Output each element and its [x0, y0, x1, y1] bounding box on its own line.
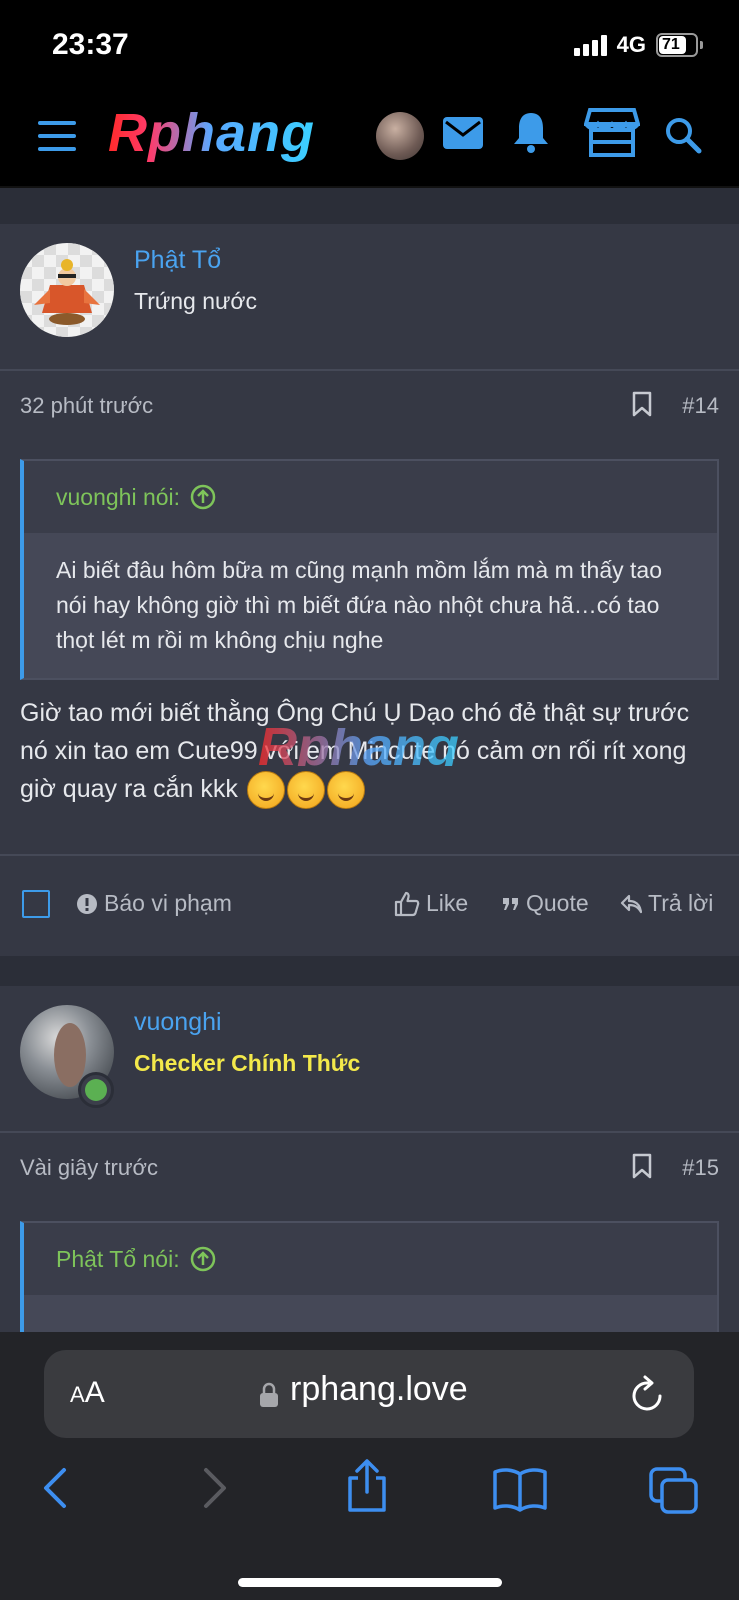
- post-actions: Báo vi phạm Like Quote Trả lời: [0, 854, 739, 952]
- report-button[interactable]: Báo vi phạm: [76, 890, 232, 917]
- laughing-emoji-icon: [286, 771, 325, 810]
- like-button[interactable]: Like: [394, 890, 468, 917]
- arrow-up-circle-icon[interactable]: [190, 484, 216, 510]
- post-number[interactable]: #14: [682, 393, 719, 419]
- status-bar: 23:37 4G 71: [0, 0, 739, 88]
- quote-header[interactable]: Phật Tổ nói:: [24, 1223, 717, 1295]
- browser-toolbar: AA rphang.love: [0, 1332, 739, 1600]
- battery-icon: 71: [656, 33, 698, 57]
- reader-options-button[interactable]: AA: [70, 1376, 105, 1410]
- like-label: Like: [426, 890, 469, 916]
- back-icon[interactable]: [40, 1466, 70, 1510]
- app-header: Rphang: [0, 88, 739, 188]
- post-meta: Vài giây trước #15: [0, 1133, 739, 1203]
- status-indicators: 4G 71: [573, 32, 703, 58]
- poster-username[interactable]: Phật Tổ: [134, 246, 221, 275]
- signal-icon: [573, 34, 607, 56]
- network-label: 4G: [616, 32, 646, 57]
- post-user-bar: Phật Tổ Trứng nước: [0, 224, 739, 371]
- status-time: 23:37: [52, 28, 129, 61]
- post-time[interactable]: 32 phút trước: [20, 393, 153, 419]
- quote-header[interactable]: vuonghi nói:: [24, 461, 717, 533]
- quote-author[interactable]: vuonghi nói:: [56, 484, 180, 511]
- menu-icon[interactable]: [38, 121, 76, 151]
- quote-text: Ai biết đâu hôm bữa m cũng mạnh mồm lắm …: [24, 533, 717, 678]
- alert-icon: [77, 893, 97, 914]
- poster-username[interactable]: vuonghi: [134, 1008, 222, 1037]
- post-15: vuonghi Checker Chính Thức Vài giây trướ…: [0, 986, 739, 1332]
- lock-icon: [260, 1382, 278, 1407]
- quote-label: Quote: [526, 890, 589, 916]
- laughing-emoji-icon: [326, 771, 365, 810]
- poster-title: Checker Chính Thức: [134, 1050, 361, 1076]
- url-text[interactable]: rphang.love: [290, 1370, 468, 1409]
- post-user-bar: vuonghi Checker Chính Thức: [0, 986, 739, 1133]
- quote-author[interactable]: Phật Tổ nói:: [56, 1246, 180, 1273]
- post-content: Giờ tao mới biết thằng Ông Chú Ụ Dạo chó…: [0, 680, 739, 831]
- tabs-icon[interactable]: [648, 1466, 700, 1516]
- bell-icon[interactable]: [512, 110, 550, 154]
- share-icon[interactable]: [344, 1458, 390, 1514]
- poster-avatar[interactable]: [20, 243, 114, 337]
- search-icon[interactable]: [664, 116, 702, 154]
- mail-icon[interactable]: [442, 116, 484, 150]
- user-avatar[interactable]: [376, 112, 424, 160]
- bookmark-icon[interactable]: [632, 1153, 652, 1179]
- store-icon[interactable]: [584, 106, 640, 158]
- battery-percent: 71: [662, 36, 680, 53]
- post-meta: 32 phút trước #14: [0, 371, 739, 441]
- home-indicator[interactable]: [238, 1578, 502, 1587]
- quote-text: [24, 1295, 717, 1332]
- post-number[interactable]: #15: [682, 1155, 719, 1181]
- reload-icon[interactable]: [630, 1374, 666, 1414]
- thumbs-up-icon: [394, 891, 420, 916]
- site-logo[interactable]: Rphang: [108, 102, 315, 164]
- quote-icon: [503, 897, 518, 910]
- arrow-up-circle-icon[interactable]: [190, 1246, 216, 1272]
- bookmark-icon[interactable]: [632, 391, 652, 417]
- select-checkbox[interactable]: [22, 890, 50, 918]
- quote-block: Phật Tổ nói:: [20, 1221, 719, 1332]
- online-status-icon: [78, 1072, 114, 1108]
- reply-label: Trả lời: [648, 890, 714, 916]
- quote-block: vuonghi nói: Ai biết đâu hôm bữa m cũng …: [20, 459, 719, 680]
- forward-icon[interactable]: [200, 1466, 230, 1510]
- laughing-emoji-icon: [246, 771, 285, 810]
- reply-icon: [620, 894, 642, 913]
- reply-button[interactable]: Trả lời: [620, 890, 713, 917]
- address-bar[interactable]: AA rphang.love: [44, 1350, 694, 1438]
- post-14: Phật Tổ Trứng nước 32 phút trước #14 vuo…: [0, 224, 739, 956]
- bookmarks-icon[interactable]: [492, 1466, 548, 1512]
- quote-button[interactable]: Quote: [502, 890, 589, 917]
- post-time[interactable]: Vài giây trước: [20, 1155, 158, 1181]
- poster-title: Trứng nước: [134, 288, 257, 314]
- report-label: Báo vi phạm: [104, 890, 232, 916]
- battery-nub: [700, 41, 703, 49]
